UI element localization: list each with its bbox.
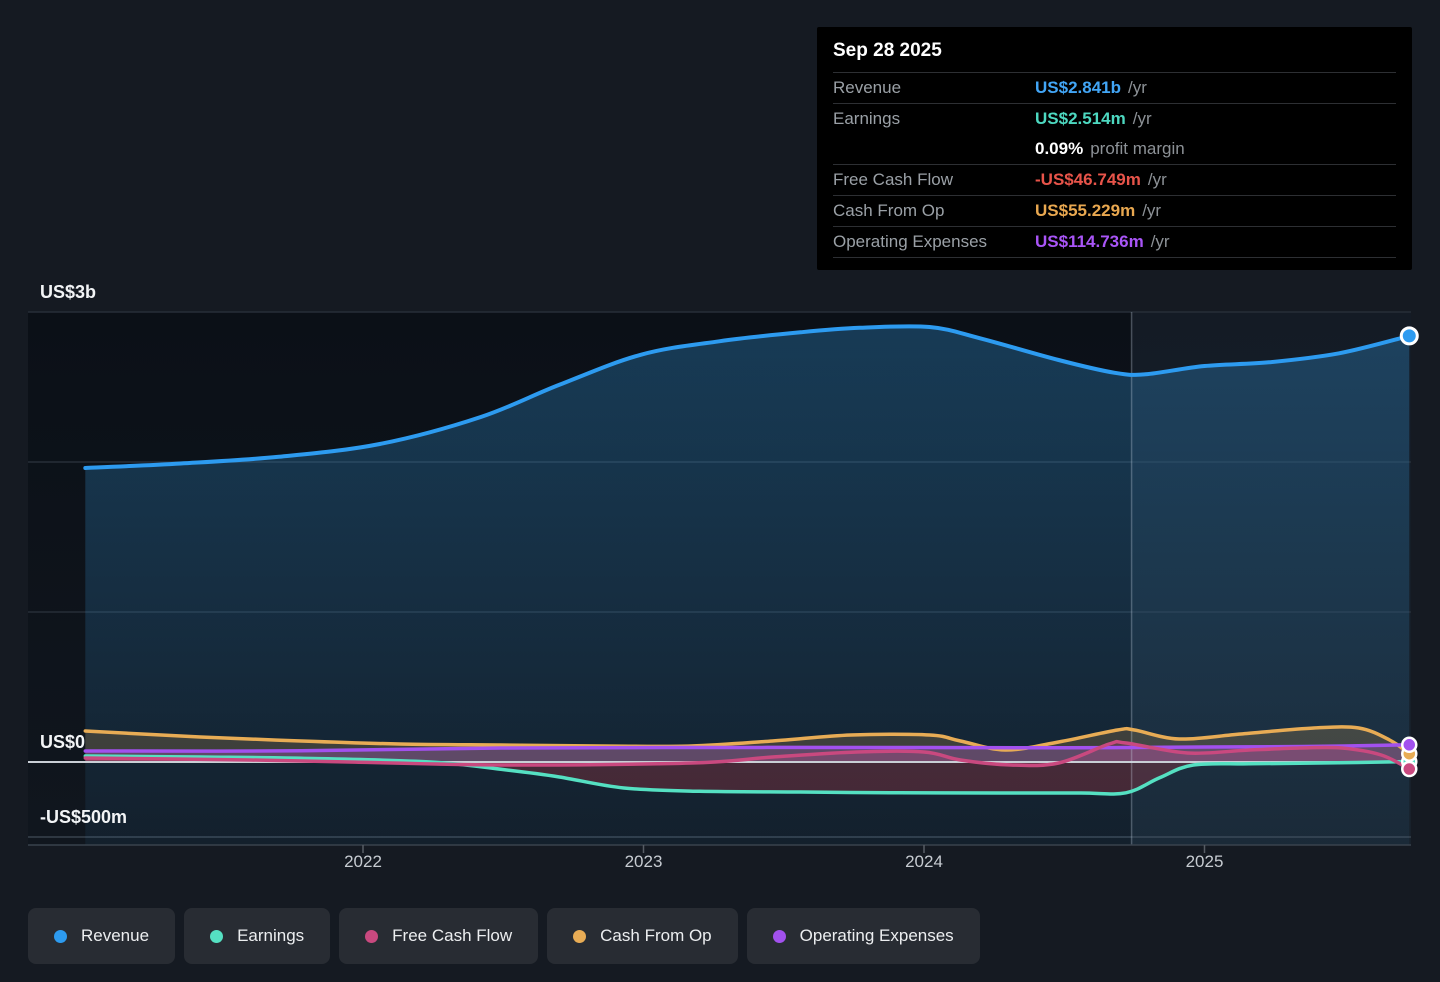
tooltip-row: Earnings US$2.514m/yr <box>833 104 1396 134</box>
legend-item-revenue[interactable]: Revenue <box>28 908 176 964</box>
tooltip-row: Cash From Op US$55.229m/yr <box>833 196 1396 227</box>
y-axis-label: -US$500m <box>40 807 128 827</box>
earnings-legend-dot-icon <box>210 929 224 943</box>
tooltip-row-value-group: US$2.841b/yr <box>1035 78 1396 98</box>
legend-item-cash-from-op[interactable]: Cash From Op <box>547 908 738 964</box>
y-axis-label: US$0 <box>40 732 86 752</box>
tooltip-row-suffix: /yr <box>1147 170 1167 189</box>
x-axis-label: 2025 <box>1185 852 1224 871</box>
tooltip-row-suffix: /yr <box>1142 201 1162 220</box>
chart-legend: Revenue Earnings Free Cash Flow Cash From O… <box>28 908 980 964</box>
revenue-legend-dot-icon <box>54 929 67 943</box>
tooltip-row-value: US$2.841b <box>1035 78 1121 97</box>
x-axis-label: 2023 <box>624 852 663 871</box>
y-axis-label: US$3b <box>40 282 97 302</box>
tooltip-row-suffix: /yr <box>1132 109 1152 128</box>
tooltip-row-label: Earnings <box>833 109 901 128</box>
cash-from-op-legend-dot-icon <box>573 929 587 943</box>
tooltip-row-label: Cash From Op <box>833 201 945 220</box>
tooltip-row-value: US$114.736m <box>1035 232 1144 251</box>
tooltip-row-label: Free Cash Flow <box>833 170 953 189</box>
free-cash-flow-legend-dot-icon <box>365 929 379 943</box>
x-axis-label: 2024 <box>905 852 943 871</box>
tooltip-row-value-group: US$114.736m/yr <box>1035 232 1396 252</box>
tooltip-row-value: US$2.514m <box>1035 109 1126 128</box>
legend-item-label: Earnings <box>237 926 305 945</box>
operating-expenses-legend-dot-icon <box>772 929 786 943</box>
tooltip-row-suffix: profit margin <box>1090 139 1185 158</box>
tooltip-row-value-group: US$2.514m/yr <box>1035 109 1396 129</box>
tooltip-row-value: -US$46.749m <box>1035 170 1141 189</box>
tooltip-rows: Revenue US$2.841b/yr Earnings US$2.514m/yr 0… <box>833 73 1396 258</box>
operating-expenses-end-marker[interactable] <box>1401 736 1418 754</box>
tooltip-row-value-group: US$55.229m/yr <box>1035 201 1396 221</box>
legend-item-label: Operating Expenses <box>799 926 954 945</box>
tooltip-row: Free Cash Flow -US$46.749m/yr <box>833 165 1396 196</box>
free-cash-flow-end-marker[interactable] <box>1401 760 1418 778</box>
tooltip-date: Sep 28 2025 <box>833 27 1396 73</box>
tooltip-row-value: 0.09% <box>1035 139 1084 158</box>
revenue-end-marker[interactable] <box>1399 326 1419 346</box>
chart-tooltip: Sep 28 2025 Revenue US$2.841b/yr Earnings U… <box>817 27 1412 270</box>
tooltip-row: Revenue US$2.841b/yr <box>833 73 1396 104</box>
tooltip-row-value-group: -US$46.749m/yr <box>1035 170 1396 190</box>
tooltip-row-label: Revenue <box>833 78 902 97</box>
legend-item-earnings[interactable]: Earnings <box>184 908 331 964</box>
tooltip-row-value-group: 0.09% profit margin <box>1035 139 1396 159</box>
tooltip-row: 0.09% profit margin <box>833 134 1396 165</box>
legend-item-label: Revenue <box>81 926 150 945</box>
legend-item-label: Cash From Op <box>600 926 712 945</box>
earnings-revenue-history-chart: Sep 28 2025 Revenue US$2.841b/yr Earnings U… <box>0 0 1440 982</box>
tooltip-row-value: US$55.229m <box>1035 201 1136 220</box>
x-axis-label: 2022 <box>344 852 382 871</box>
tooltip-row: Operating Expenses US$114.736m/yr <box>833 227 1396 258</box>
legend-item-operating-expenses[interactable]: Operating Expenses <box>746 908 980 964</box>
tooltip-row-label: Operating Expenses <box>833 232 988 251</box>
tooltip-row-suffix: /yr <box>1150 232 1170 251</box>
legend-item-label: Free Cash Flow <box>392 926 513 945</box>
tooltip-row-suffix: /yr <box>1128 78 1147 97</box>
legend-item-free-cash-flow[interactable]: Free Cash Flow <box>339 908 539 964</box>
